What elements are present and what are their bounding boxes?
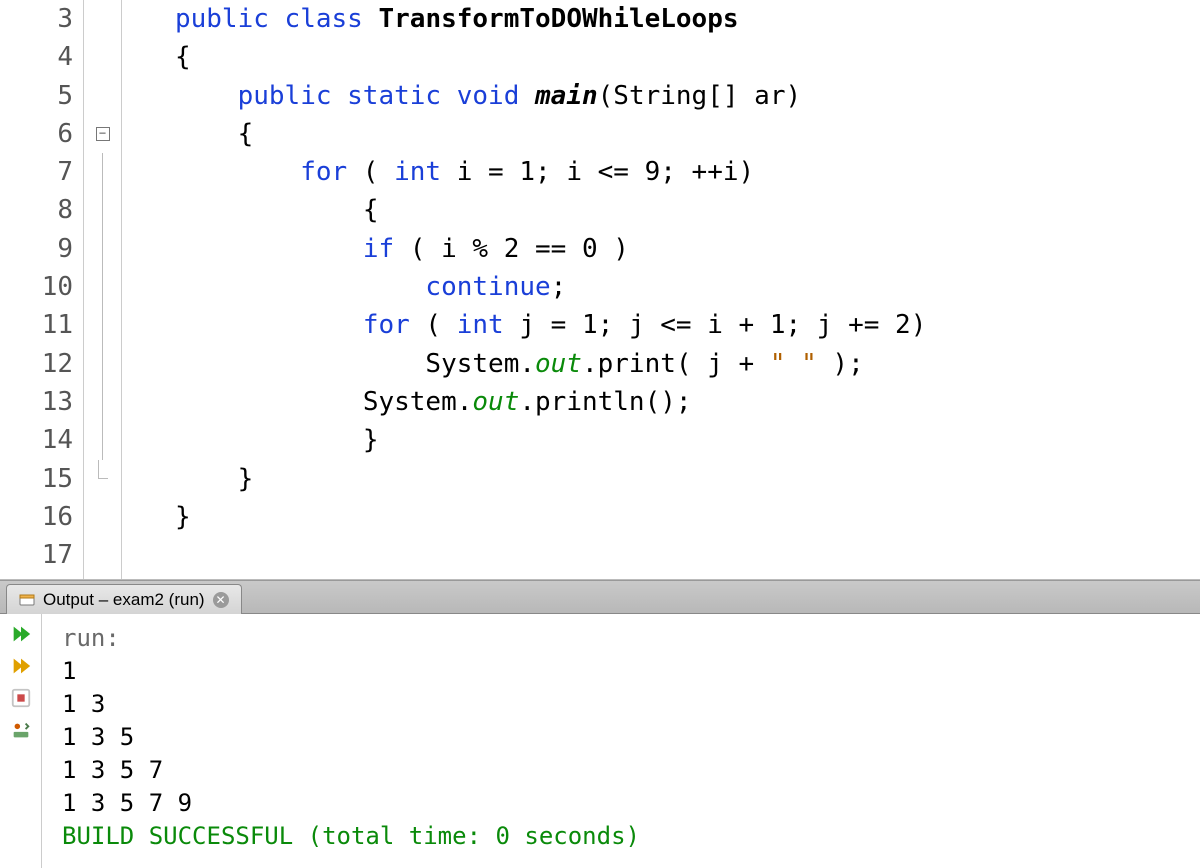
code-line[interactable]: for ( int j = 1; j <= i + 1; j += 2) — [128, 306, 1200, 344]
fold-guide — [84, 345, 121, 383]
fold-guide — [84, 383, 121, 421]
output-tab-label: Output – exam2 (run) — [43, 590, 205, 610]
code-line[interactable]: for ( int i = 1; i <= 9; ++i) — [128, 153, 1200, 191]
console-line: 1 3 5 7 — [62, 754, 1180, 787]
fold-end — [84, 460, 121, 498]
close-icon[interactable]: ✕ — [213, 592, 229, 608]
console-line-run: run: — [62, 622, 1180, 655]
fold-guide — [84, 191, 121, 229]
code-editor[interactable]: 34567891011121314151617 − public class T… — [0, 0, 1200, 580]
console-line: 1 3 — [62, 688, 1180, 721]
line-number: 14 — [0, 421, 83, 459]
code-line[interactable]: } — [128, 460, 1200, 498]
fold-guide — [84, 230, 121, 268]
line-number: 10 — [0, 268, 83, 306]
line-number: 13 — [0, 383, 83, 421]
output-icon — [19, 592, 35, 608]
console-build-message: BUILD SUCCESSFUL (total time: 0 seconds) — [62, 820, 1180, 853]
line-number: 3 — [0, 0, 83, 38]
fold-guide — [84, 268, 121, 306]
rerun-button[interactable] — [7, 622, 35, 646]
code-line[interactable]: System.out.println(); — [128, 383, 1200, 421]
code-line[interactable]: { — [128, 38, 1200, 76]
code-line[interactable]: System.out.print( j + " " ); — [128, 345, 1200, 383]
code-line[interactable]: public static void main(String[] ar) — [128, 77, 1200, 115]
fold-guide — [84, 153, 121, 191]
line-number: 6 — [0, 115, 83, 153]
output-pane: run: 1 1 3 1 3 5 1 3 5 7 1 3 5 7 9 BUILD… — [0, 614, 1200, 868]
code-line[interactable]: } — [128, 498, 1200, 536]
fold-guide — [84, 421, 121, 459]
code-line[interactable] — [128, 536, 1200, 574]
line-number: 17 — [0, 536, 83, 574]
stop-button[interactable] — [7, 686, 35, 710]
code-line[interactable]: if ( i % 2 == 0 ) — [128, 230, 1200, 268]
line-number: 8 — [0, 191, 83, 229]
output-tab-bar: Output – exam2 (run) ✕ — [0, 580, 1200, 614]
line-number: 12 — [0, 345, 83, 383]
line-number: 7 — [0, 153, 83, 191]
run-button[interactable] — [7, 654, 35, 678]
fold-gutter[interactable]: − — [84, 0, 122, 579]
code-line[interactable]: { — [128, 115, 1200, 153]
code-line[interactable]: continue; — [128, 268, 1200, 306]
line-number: 16 — [0, 498, 83, 536]
settings-button[interactable] — [7, 718, 35, 742]
line-number: 15 — [0, 460, 83, 498]
line-number: 5 — [0, 77, 83, 115]
line-number: 9 — [0, 230, 83, 268]
code-line[interactable]: public class TransformToDOWhileLoops — [128, 0, 1200, 38]
fold-guide — [84, 306, 121, 344]
console-line: 1 3 5 7 9 — [62, 787, 1180, 820]
console-line: 1 — [62, 655, 1180, 688]
output-tab[interactable]: Output – exam2 (run) ✕ — [6, 584, 242, 614]
line-number: 11 — [0, 306, 83, 344]
fold-toggle[interactable]: − — [84, 115, 121, 153]
line-number: 4 — [0, 38, 83, 76]
code-area[interactable]: public class TransformToDOWhileLoops { p… — [122, 0, 1200, 579]
code-line[interactable]: } — [128, 421, 1200, 459]
output-toolbar — [0, 614, 42, 868]
console-line: 1 3 5 — [62, 721, 1180, 754]
code-line[interactable]: { — [128, 191, 1200, 229]
line-number-gutter: 34567891011121314151617 — [0, 0, 84, 579]
console-output[interactable]: run: 1 1 3 1 3 5 1 3 5 7 1 3 5 7 9 BUILD… — [42, 614, 1200, 868]
